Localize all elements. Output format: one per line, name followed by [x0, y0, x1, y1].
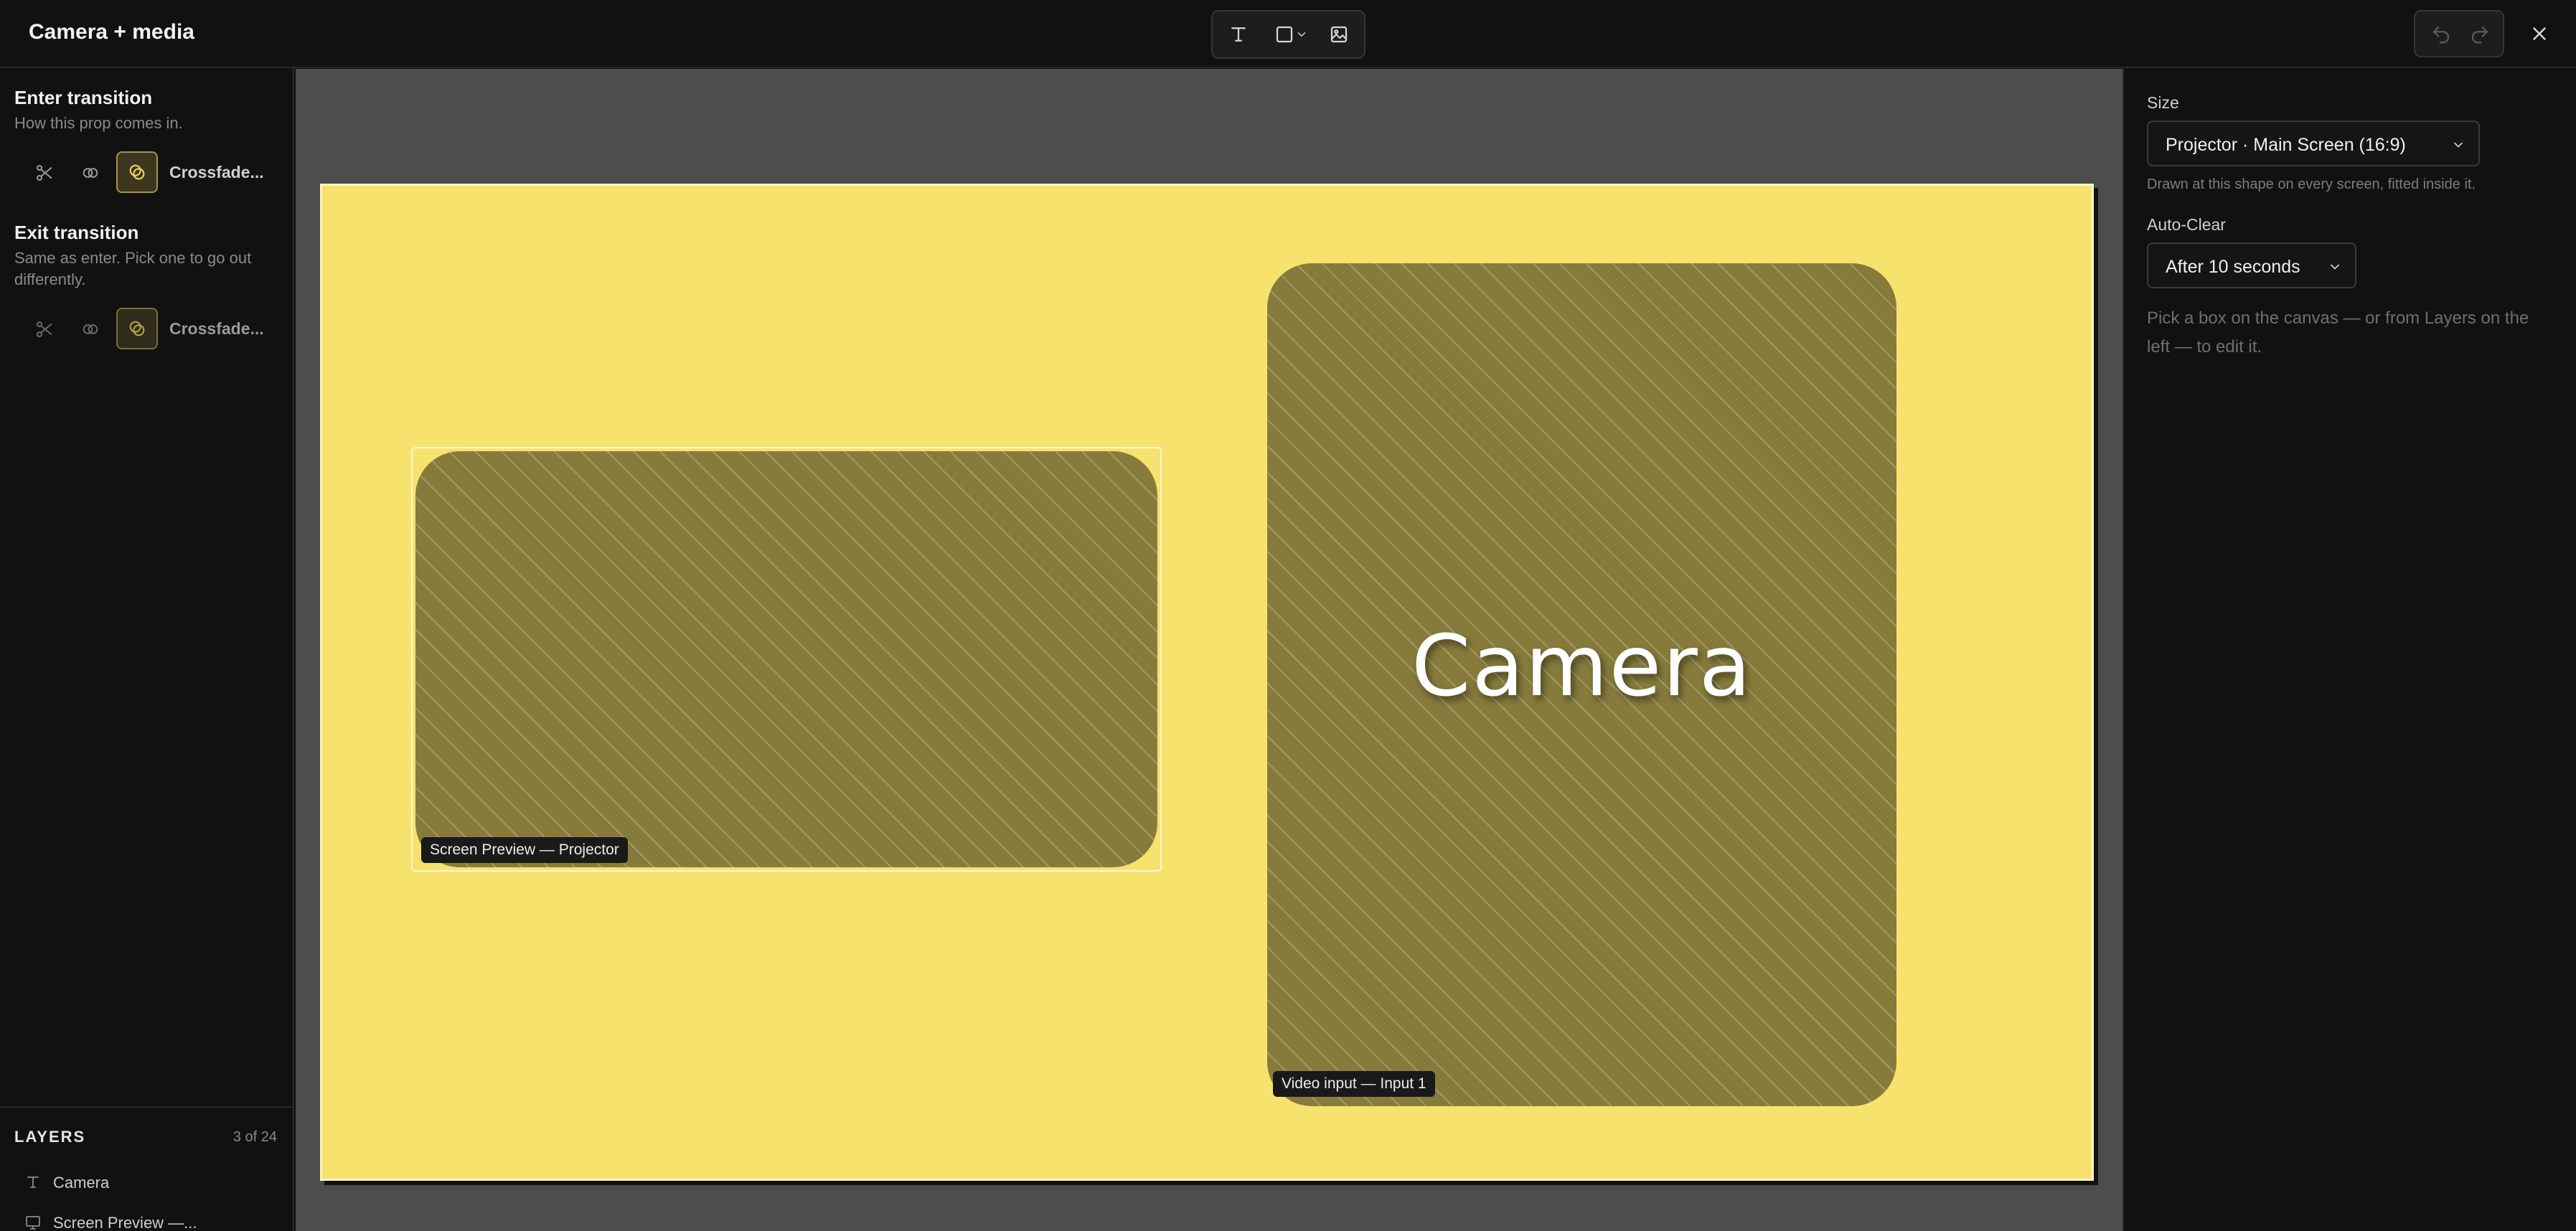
undo-icon: [2432, 26, 2450, 44]
redo-icon: [2471, 26, 2488, 44]
crossfade-transition-button[interactable]: [116, 308, 158, 349]
auto-clear-label: Auto-Clear: [2147, 215, 2226, 234]
text-layer-icon: [27, 1176, 39, 1188]
text-tool-icon: [1231, 27, 1246, 42]
layers-panel: LAYERS 3 of 24 Camera Screen Preview —..…: [0, 1106, 294, 1231]
exit-transition-options: Crossfade...: [26, 308, 284, 351]
canvas-area: Screen Preview — Projector Camera Video …: [296, 69, 2123, 1231]
shape-tool-button[interactable]: [1267, 17, 1315, 52]
enter-transition-selected[interactable]: Crossfade...: [169, 163, 264, 182]
layers-count: 3 of 24: [232, 1129, 277, 1145]
image-tool-button[interactable]: [1323, 17, 1355, 52]
auto-clear-value: After 10 seconds: [2166, 257, 2300, 277]
scissors-icon: [36, 321, 52, 338]
layers-title: LAYERS: [14, 1128, 86, 1146]
size-label: Size: [2147, 93, 2179, 112]
video-input-label: Video input — Input 1: [1273, 1071, 1435, 1097]
crossfade-transition-button[interactable]: [116, 151, 158, 193]
chevron-down-icon: [1297, 32, 1306, 37]
close-button[interactable]: [2524, 19, 2554, 49]
exit-transition-title: Exit transition: [14, 222, 139, 243]
top-bar: Camera + media: [0, 0, 2576, 68]
left-sidebar: Enter transition How this prop comes in.…: [0, 68, 294, 1231]
screen-layer-icon: [26, 1216, 40, 1230]
text-tool-button[interactable]: [1223, 17, 1254, 52]
cut-transition-button[interactable]: [29, 157, 60, 189]
shape-tool-icon: [1276, 26, 1293, 43]
enter-transition-title: Enter transition: [14, 87, 153, 108]
page-title: Camera + media: [29, 20, 194, 44]
screen-preview-box[interactable]: [415, 451, 1157, 867]
crossfade-icon: [129, 321, 145, 336]
insert-toolbar: [1211, 10, 1365, 59]
layer-item-screen-preview[interactable]: Screen Preview —...: [22, 1208, 280, 1231]
size-hint: Drawn at this shape on every screen, fit…: [2147, 176, 2476, 192]
slide-canvas[interactable]: Screen Preview — Projector Camera Video …: [320, 184, 2094, 1181]
properties-panel: Size Projector · Main Screen (16:9) Draw…: [2123, 69, 2576, 1231]
exit-transition-selected[interactable]: Crossfade...: [169, 319, 264, 339]
link-icon: [83, 168, 98, 178]
undo-button[interactable]: [2425, 17, 2457, 52]
size-value: Projector · Main Screen (16:9): [2166, 135, 2406, 155]
link-transition-button[interactable]: [75, 157, 106, 189]
crossfade-icon: [129, 164, 145, 180]
chevron-down-icon: [2454, 142, 2463, 148]
chevron-down-icon: [2331, 264, 2339, 270]
layer-item-label: Camera: [53, 1174, 110, 1192]
history-controls: [2414, 10, 2504, 57]
layer-item-camera[interactable]: Camera: [22, 1168, 280, 1197]
image-tool-icon: [1330, 26, 1348, 43]
cut-transition-button[interactable]: [29, 313, 60, 345]
screen-preview-label: Screen Preview — Projector: [421, 837, 628, 863]
close-icon: [2533, 27, 2546, 40]
scissors-icon: [36, 164, 52, 181]
empty-selection-note: Pick a box on the canvas — or from Layer…: [2147, 308, 2529, 357]
redo-button[interactable]: [2464, 17, 2496, 52]
auto-clear-select[interactable]: After 10 seconds: [2147, 242, 2356, 288]
link-icon: [83, 324, 98, 334]
link-transition-button[interactable]: [75, 313, 106, 345]
enter-transition-description: How this prop comes in.: [14, 114, 183, 132]
size-select[interactable]: Projector · Main Screen (16:9): [2147, 121, 2480, 166]
camera-text-layer[interactable]: Camera: [1267, 616, 1896, 715]
exit-transition-description: Same as enter. Pick one to go out differ…: [14, 249, 252, 288]
layer-item-label: Screen Preview —...: [53, 1214, 197, 1231]
enter-transition-options: Crossfade...: [26, 151, 284, 194]
